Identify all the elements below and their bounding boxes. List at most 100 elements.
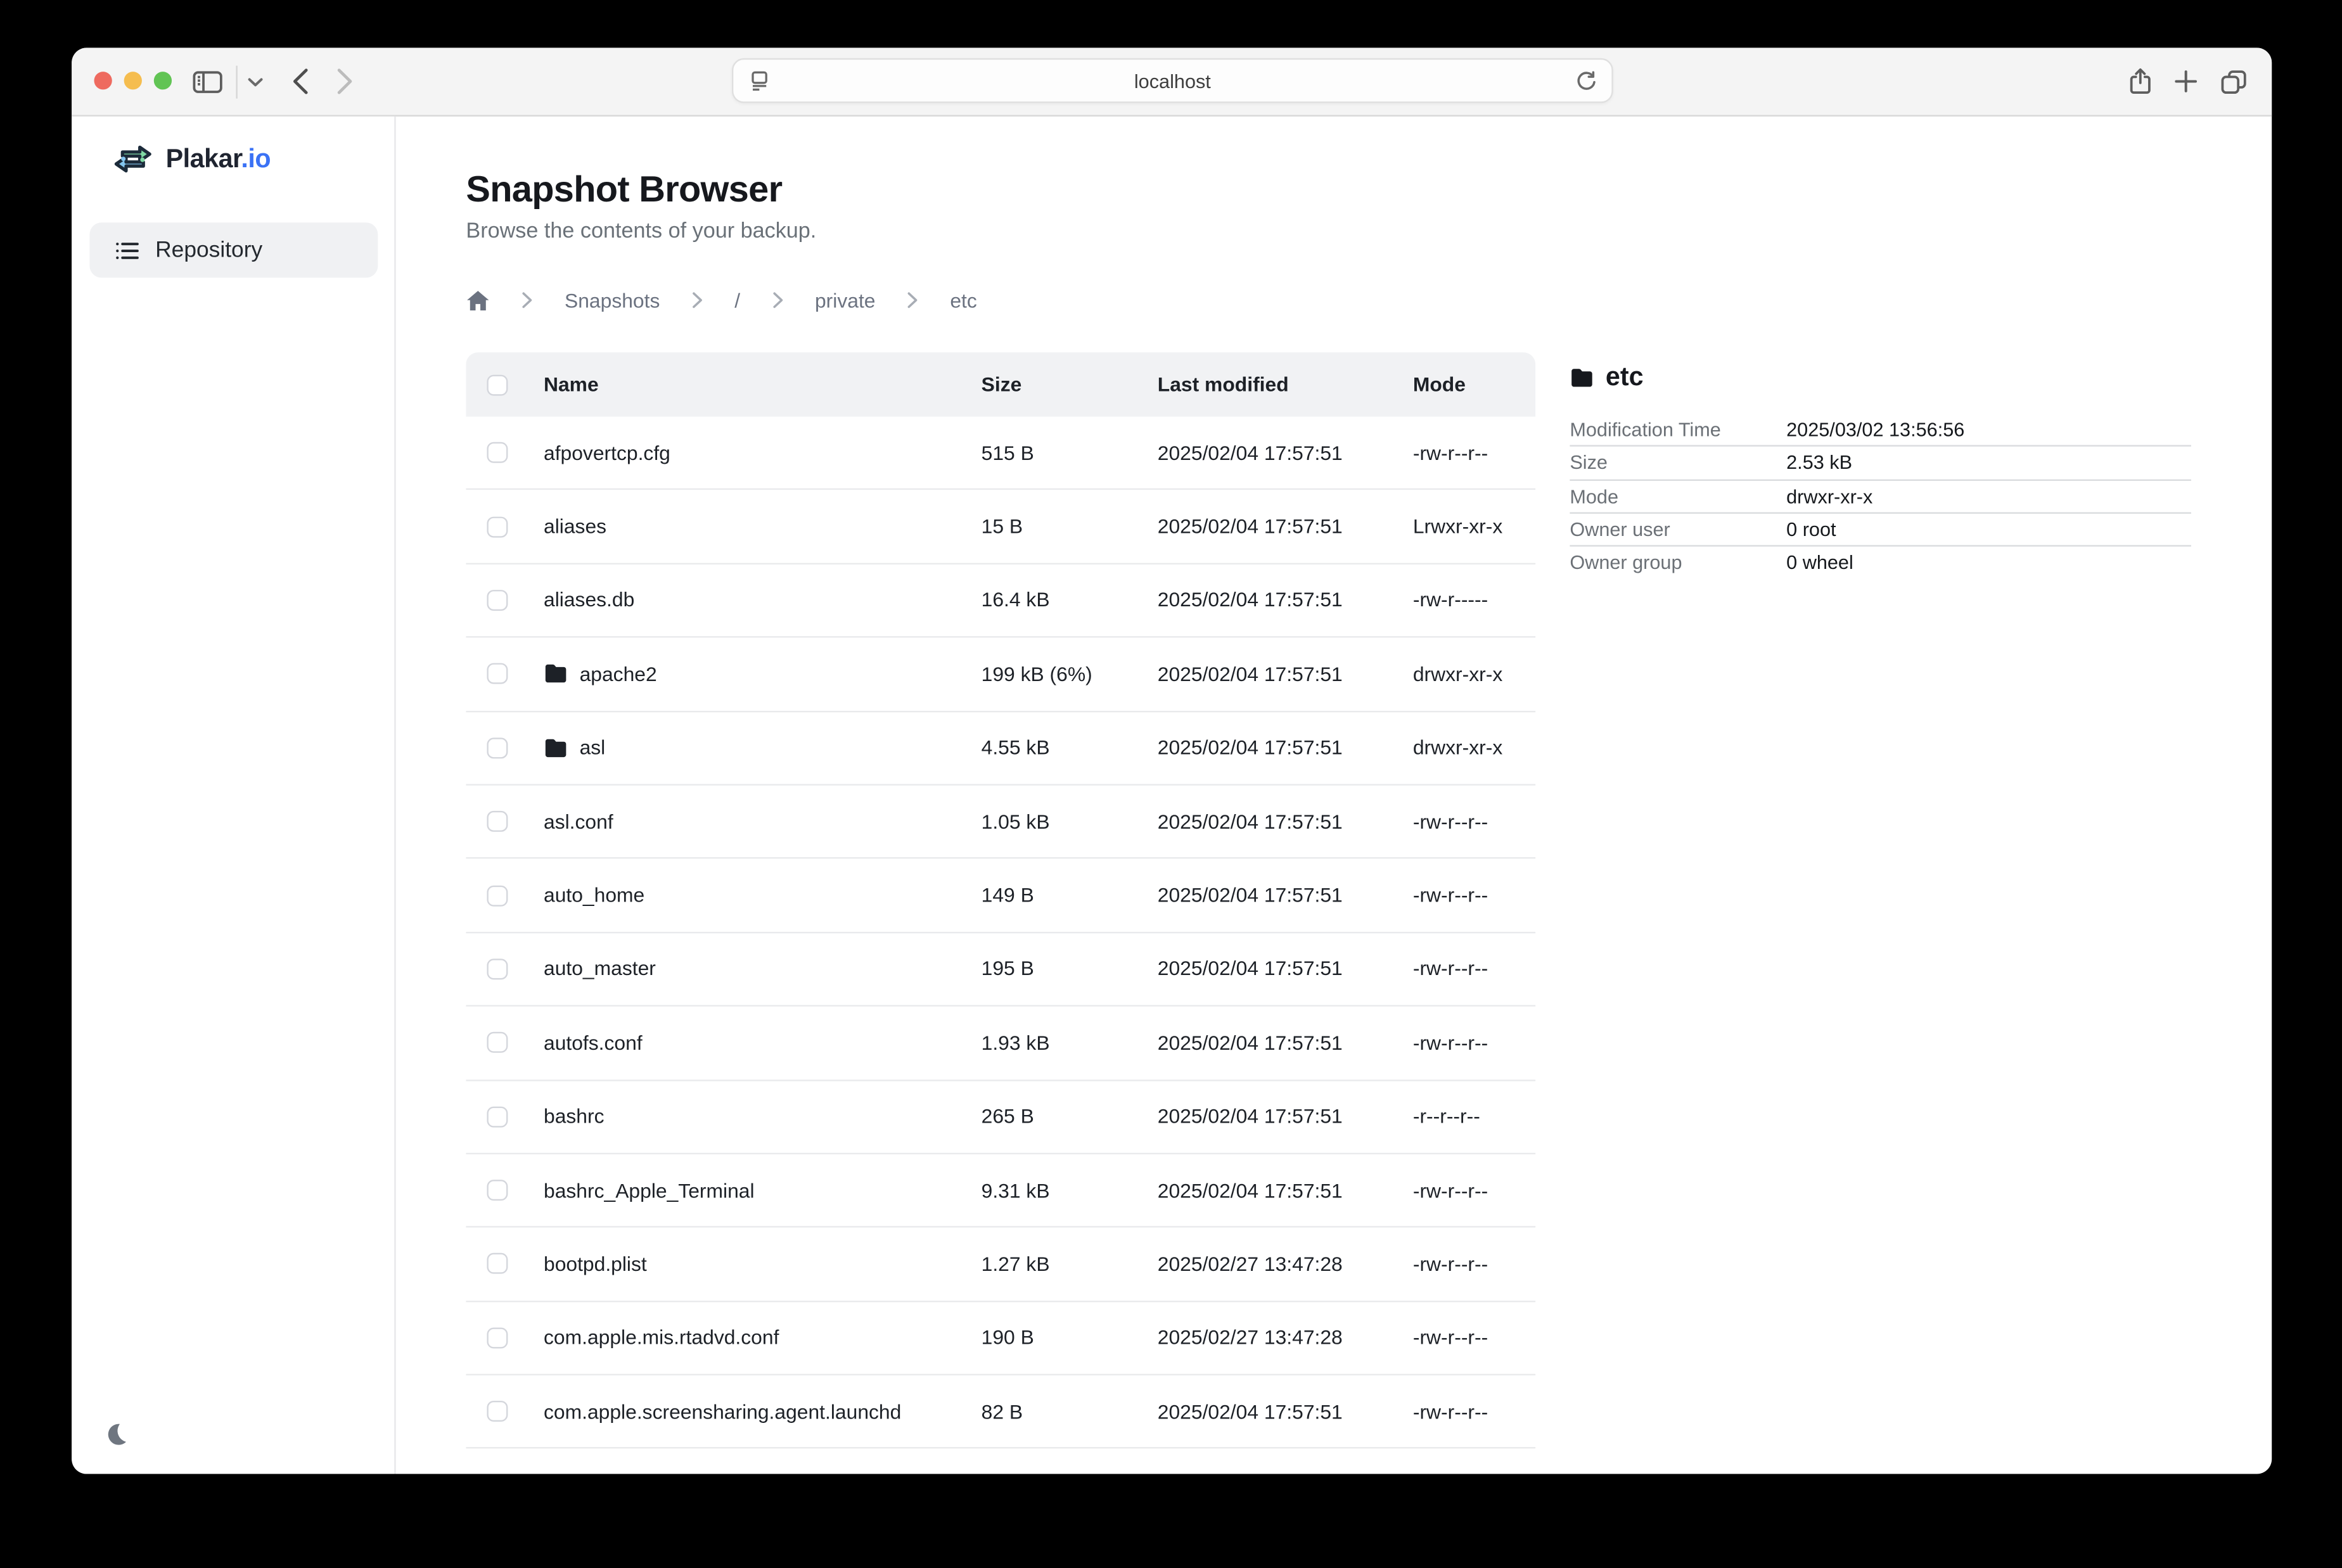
page-icon[interactable] xyxy=(750,70,769,91)
file-mode: -rw-r--r-- xyxy=(1413,1327,1535,1349)
row-checkbox[interactable] xyxy=(487,663,508,684)
url-text: localhost xyxy=(769,70,1576,92)
file-table: Name Size Last modified Mode xyxy=(466,352,1535,1474)
column-header-mode[interactable]: Mode xyxy=(1413,373,1535,395)
folder-icon xyxy=(1570,367,1594,388)
file-name-link[interactable]: aliases.db xyxy=(544,589,634,611)
plakar-logo[interactable]: Plakar.io xyxy=(110,141,271,178)
table-row[interactable]: asl 4.55 kB 2025/02/04 17:57:51 drwxr-xr… xyxy=(466,711,1535,785)
browser-window: localhost xyxy=(72,48,2272,1474)
details-info: Modification Time 2025/03/02 13:56:56 Si… xyxy=(1570,414,2191,578)
row-checkbox[interactable] xyxy=(487,1254,508,1275)
details-row: Size 2.53 kB xyxy=(1570,447,2191,480)
table-row[interactable]: afpovertcp.cfg 515 B 2025/02/04 17:57:51… xyxy=(466,417,1535,490)
breadcrumb-link[interactable]: / xyxy=(734,289,740,311)
share-icon[interactable] xyxy=(2128,67,2153,96)
breadcrumb-link[interactable]: private xyxy=(815,289,876,311)
file-mode: -rw-r--r-- xyxy=(1413,884,1535,907)
file-name-link[interactable]: bashrc_Apple_Terminal xyxy=(544,1179,755,1201)
file-name-link[interactable]: bashrc xyxy=(544,1106,605,1128)
toolbar-divider xyxy=(236,65,237,98)
chevron-right-icon xyxy=(907,291,919,309)
table-row[interactable]: auto_home 149 B 2025/02/04 17:57:51 -rw-… xyxy=(466,859,1535,933)
address-bar[interactable]: localhost xyxy=(732,58,1613,103)
breadcrumb-segment: Snapshots xyxy=(490,289,660,311)
minimize-window-button[interactable] xyxy=(124,72,142,89)
file-name-link[interactable]: aliases xyxy=(544,515,606,537)
file-name-link[interactable]: autofs.conf xyxy=(544,1031,643,1054)
sidebar-item-repository[interactable]: Repository xyxy=(89,222,378,277)
sidebar-toggle-icon[interactable] xyxy=(191,68,224,94)
row-checkbox[interactable] xyxy=(487,1106,508,1127)
file-name-link[interactable]: com.apple.screensharing.agent.launchd xyxy=(544,1400,901,1422)
column-header-modified[interactable]: Last modified xyxy=(1158,373,1413,395)
column-header-name[interactable]: Name xyxy=(544,373,982,395)
table-row[interactable]: asl.conf 1.05 kB 2025/02/04 17:57:51 -rw… xyxy=(466,786,1535,859)
row-checkbox[interactable] xyxy=(487,1327,508,1348)
details-panel: etc Modification Time 2025/03/02 13:56:5… xyxy=(1570,352,2191,578)
table-row[interactable]: bashrc_Apple_Terminal 9.31 kB 2025/02/04… xyxy=(466,1154,1535,1228)
table-row[interactable]: bootpd.plist 1.27 kB 2025/02/27 13:47:28… xyxy=(466,1228,1535,1301)
file-name-link[interactable]: afpovertcp.cfg xyxy=(544,442,670,464)
row-checkbox[interactable] xyxy=(487,590,508,611)
file-modified: 2025/02/04 17:57:51 xyxy=(1158,1179,1413,1201)
new-tab-icon[interactable] xyxy=(2173,68,2199,94)
column-header-size[interactable]: Size xyxy=(982,373,1158,395)
row-checkbox[interactable] xyxy=(487,737,508,758)
moon-icon[interactable] xyxy=(103,1422,129,1447)
sidebar-item-label: Repository xyxy=(155,238,262,263)
table-row[interactable]: csh.cshrc 189 B 2025/02/04 17:57:51 -rw-… xyxy=(466,1450,1535,1474)
row-checkbox[interactable] xyxy=(487,959,508,979)
breadcrumb-link[interactable]: etc xyxy=(950,289,976,311)
row-checkbox[interactable] xyxy=(487,1033,508,1054)
file-modified: 2025/02/04 17:57:51 xyxy=(1158,442,1413,464)
row-checkbox[interactable] xyxy=(487,1401,508,1422)
file-mode: Lrwxr-xr-x xyxy=(1413,515,1535,537)
file-size: 1.27 kB xyxy=(982,1253,1158,1275)
chevron-down-icon[interactable] xyxy=(246,75,264,87)
file-name-link[interactable]: asl xyxy=(580,737,606,759)
tabs-overview-icon[interactable] xyxy=(2220,68,2248,94)
file-name-link[interactable]: auto_master xyxy=(544,958,656,980)
file-mode: -rw-r--r-- xyxy=(1413,1253,1535,1275)
row-checkbox[interactable] xyxy=(487,442,508,463)
table-row[interactable]: apache2 199 kB (6%) 2025/02/04 17:57:51 … xyxy=(466,638,1535,711)
home-icon[interactable] xyxy=(466,289,490,311)
table-row[interactable]: aliases.db 16.4 kB 2025/02/04 17:57:51 -… xyxy=(466,564,1535,637)
file-size: 16.4 kB xyxy=(982,589,1158,611)
table-row[interactable]: com.apple.screensharing.agent.launchd 82… xyxy=(466,1375,1535,1449)
forward-icon[interactable] xyxy=(336,67,354,96)
table-row[interactable]: autofs.conf 1.93 kB 2025/02/04 17:57:51 … xyxy=(466,1007,1535,1080)
table-row[interactable]: auto_master 195 B 2025/02/04 17:57:51 -r… xyxy=(466,933,1535,1007)
table-row[interactable]: aliases 15 B 2025/02/04 17:57:51 Lrwxr-x… xyxy=(466,490,1535,564)
file-modified: 2025/02/04 17:57:51 xyxy=(1158,1031,1413,1054)
row-checkbox[interactable] xyxy=(487,1180,508,1201)
table-row[interactable]: bashrc 265 B 2025/02/04 17:57:51 -r--r--… xyxy=(466,1080,1535,1154)
brand-text: Plakar.io xyxy=(166,143,271,174)
file-name-link[interactable]: auto_home xyxy=(544,884,644,907)
row-checkbox[interactable] xyxy=(487,811,508,832)
chevron-right-icon xyxy=(522,291,534,309)
table-row[interactable]: com.apple.mis.rtadvd.conf 190 B 2025/02/… xyxy=(466,1302,1535,1375)
file-size: 9.31 kB xyxy=(982,1179,1158,1201)
file-name-link[interactable]: apache2 xyxy=(580,663,657,685)
back-icon[interactable] xyxy=(291,67,309,96)
select-all-checkbox[interactable] xyxy=(487,374,508,395)
file-modified: 2025/02/04 17:57:51 xyxy=(1158,810,1413,832)
file-mode: -r--r--r-- xyxy=(1413,1106,1535,1128)
folder-icon xyxy=(544,663,568,684)
page-title: Snapshot Browser xyxy=(466,169,2272,212)
zoom-window-button[interactable] xyxy=(154,72,172,89)
file-name-link[interactable]: com.apple.mis.rtadvd.conf xyxy=(544,1327,779,1349)
file-size: 1.05 kB xyxy=(982,810,1158,832)
file-mode: drwxr-xr-x xyxy=(1413,663,1535,685)
file-name-link[interactable]: bootpd.plist xyxy=(544,1253,647,1275)
file-size: 265 B xyxy=(982,1106,1158,1128)
file-mode: -rw-r--r-- xyxy=(1413,1400,1535,1422)
breadcrumb-link[interactable]: Snapshots xyxy=(565,289,660,311)
close-window-button[interactable] xyxy=(94,72,112,89)
row-checkbox[interactable] xyxy=(487,885,508,906)
file-name-link[interactable]: asl.conf xyxy=(544,810,613,832)
row-checkbox[interactable] xyxy=(487,516,508,537)
reload-icon[interactable] xyxy=(1576,70,1597,92)
